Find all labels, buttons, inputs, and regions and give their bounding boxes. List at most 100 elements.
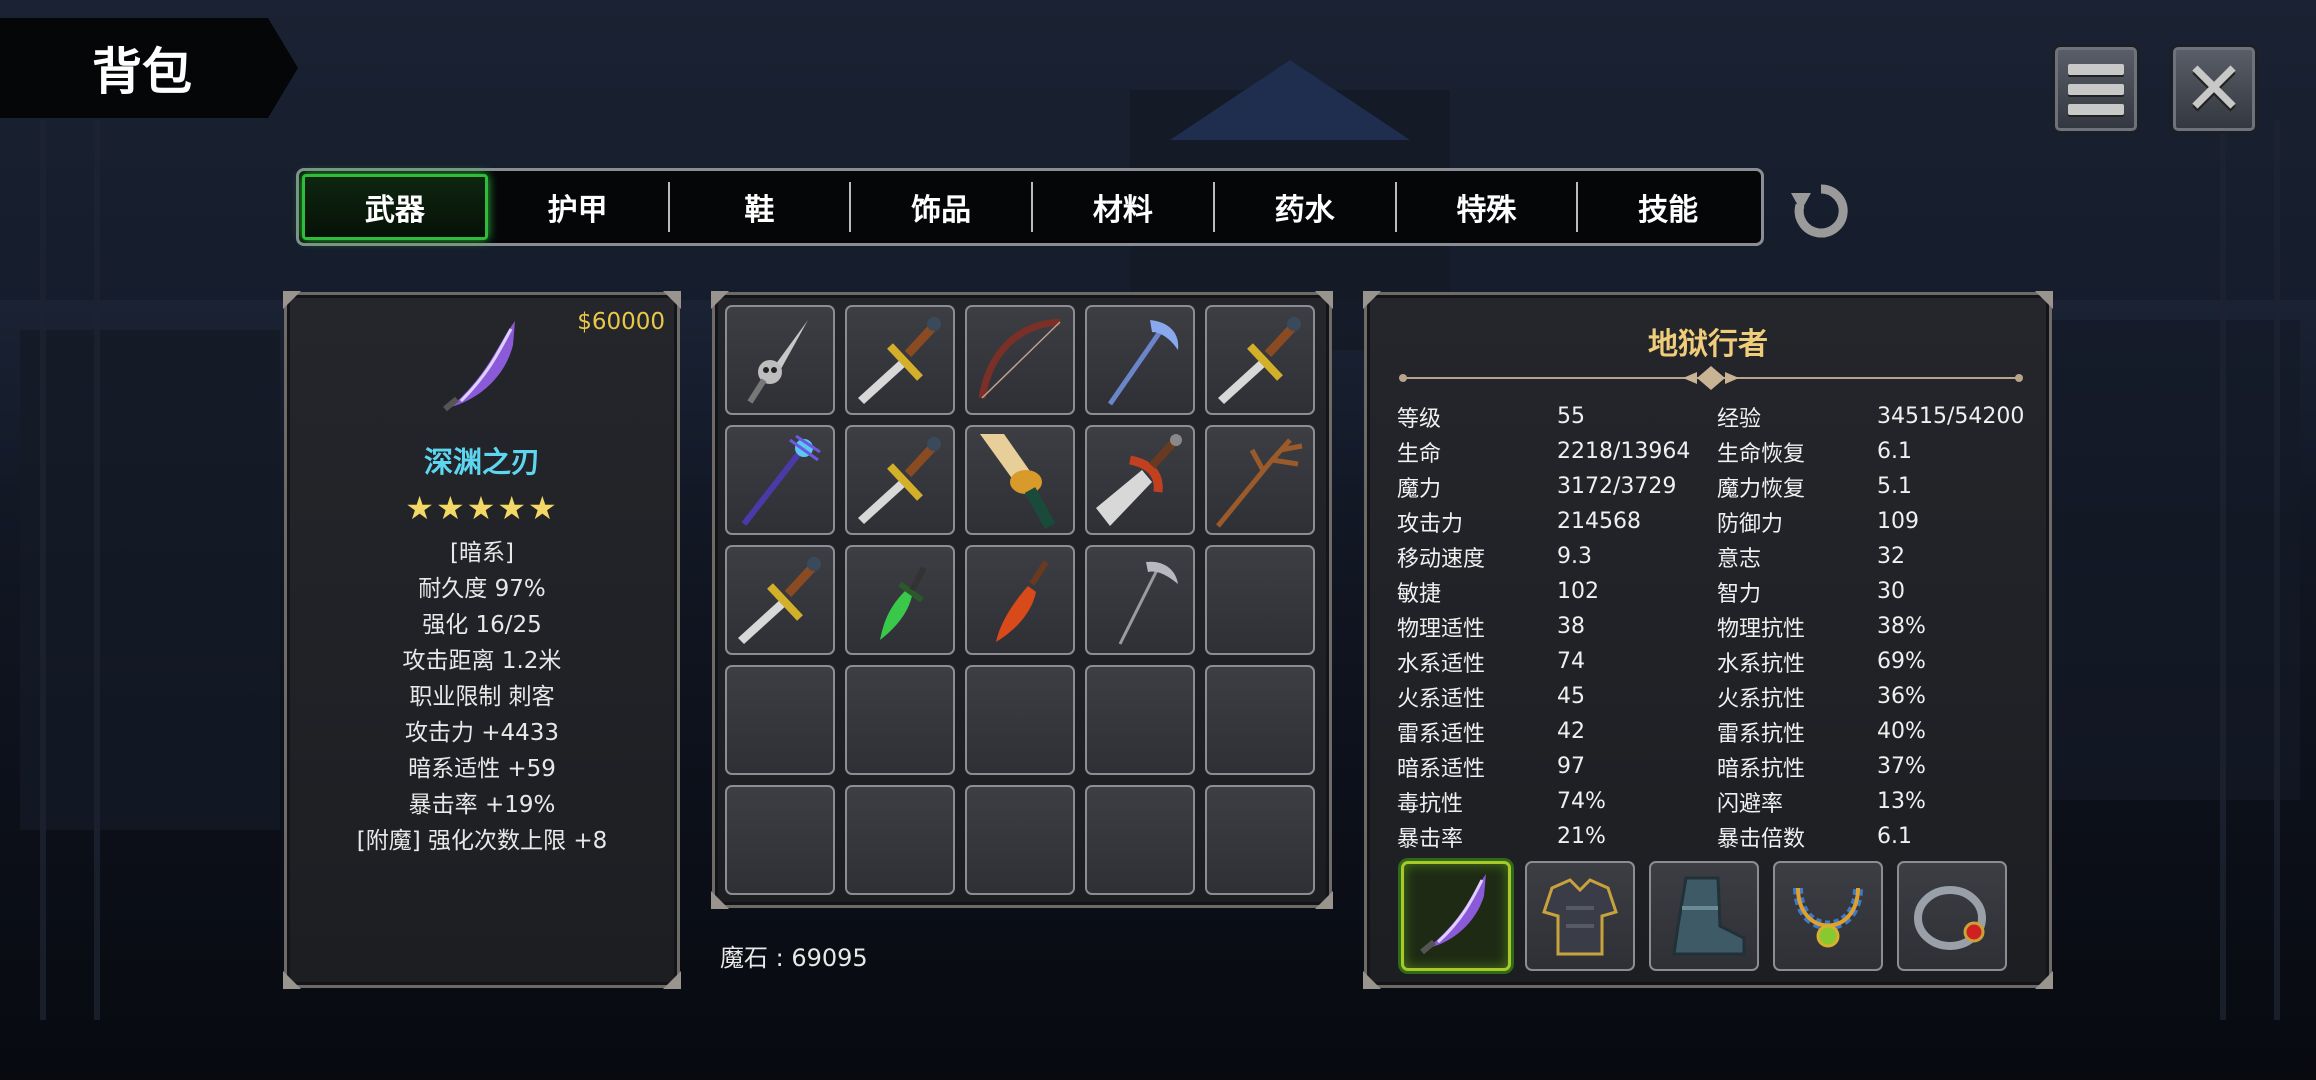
tab-potions[interactable]: 药水	[1215, 182, 1397, 232]
tab-skills[interactable]: 技能	[1578, 182, 1758, 232]
stat-cell: 火系抗性	[1717, 686, 1806, 712]
tab-armor[interactable]: 护甲	[488, 182, 670, 232]
hamburger-icon	[2068, 63, 2124, 115]
inventory-slot-empty[interactable]	[845, 785, 955, 895]
inventory-slot[interactable]	[845, 305, 955, 415]
inventory-slot[interactable]	[1085, 425, 1195, 535]
stat-cell: 21%	[1557, 824, 1606, 849]
item-attribute: 暴击率 +19%	[408, 792, 556, 818]
stat-cell: 等级	[1397, 406, 1442, 432]
stat-cell: 42	[1557, 719, 1585, 744]
inventory-slot-empty[interactable]	[725, 665, 835, 775]
stat-row: 水系适性 74 水系抗性 69%	[1397, 644, 2037, 679]
equip-slot-armor[interactable]	[1525, 861, 1635, 971]
stat-cell: 214568	[1557, 509, 1641, 534]
stat-cell: 魔力恢复	[1717, 476, 1806, 502]
stat-row: 攻击力 214568 防御力 109	[1397, 504, 2037, 539]
stat-cell: 经验	[1717, 406, 1762, 432]
inventory-slot-empty[interactable]	[965, 785, 1075, 895]
scythe-icon	[1118, 561, 1178, 645]
inventory-slot-empty[interactable]	[1205, 665, 1315, 775]
item-name: 深渊之刃	[423, 445, 540, 479]
bow-icon	[978, 318, 1061, 399]
branch-staff-icon	[1216, 438, 1303, 528]
tab-special[interactable]: 特殊	[1397, 182, 1579, 232]
broadsword-icon	[1096, 434, 1182, 526]
inventory-slot-empty[interactable]	[845, 665, 955, 775]
stat-cell: 36%	[1877, 684, 1926, 709]
stat-cell: 火系适性	[1397, 686, 1486, 712]
gold-sword-icon	[858, 317, 941, 404]
stat-cell: 6.1	[1877, 439, 1912, 464]
equip-slot-necklace[interactable]	[1773, 861, 1883, 971]
stat-cell: 6.1	[1877, 824, 1912, 849]
tab-materials[interactable]: 材料	[1033, 182, 1215, 232]
arcane-staff-icon	[741, 434, 821, 526]
stat-cell: 5.1	[1877, 474, 1912, 499]
inventory-slot-empty[interactable]	[1085, 785, 1195, 895]
inventory-slot[interactable]	[965, 305, 1075, 415]
stat-cell: 雷系抗性	[1717, 721, 1806, 747]
inventory-slot-empty[interactable]	[1205, 785, 1315, 895]
stat-cell: 13%	[1877, 789, 1926, 814]
stat-cell: 3172/3729	[1557, 474, 1677, 499]
stat-cell: 意志	[1717, 546, 1762, 572]
inventory-slot[interactable]	[1205, 425, 1315, 535]
stat-cell: 闪避率	[1717, 791, 1784, 817]
necklace-icon	[1793, 887, 1863, 948]
inventory-slot[interactable]	[965, 425, 1075, 535]
character-name: 地狱行者	[1648, 327, 1768, 362]
inventory-slot[interactable]	[725, 545, 835, 655]
skull-dagger-icon	[747, 320, 808, 404]
stat-cell: 暗系适性	[1397, 756, 1486, 782]
stat-cell: 生命恢复	[1717, 441, 1806, 467]
equip-slot-ring[interactable]	[1897, 861, 2007, 971]
inventory-slot[interactable]	[1085, 305, 1195, 415]
close-button[interactable]: ✕	[2170, 44, 2258, 134]
ice-scythe-icon	[1107, 320, 1179, 406]
stat-cell: 魔力	[1397, 476, 1442, 502]
stat-cell: 暴击倍数	[1717, 826, 1806, 852]
inventory-slot-empty[interactable]	[1085, 665, 1195, 775]
inventory-slot[interactable]	[845, 545, 955, 655]
stat-cell: 物理抗性	[1717, 616, 1806, 642]
item-attribute: 耐久度 97%	[418, 576, 546, 602]
page-title-tab: 背包	[0, 18, 298, 118]
tab-shoes[interactable]: 鞋	[670, 182, 852, 232]
inventory-slot[interactable]	[1085, 545, 1195, 655]
equip-slot-weapon[interactable]	[1401, 861, 1511, 971]
stat-row: 暴击率 21% 暴击倍数 6.1	[1397, 819, 2037, 854]
inventory-slot[interactable]	[725, 305, 835, 415]
item-attribute: 攻击力 +4433	[404, 720, 560, 746]
menu-button[interactable]	[2052, 44, 2140, 134]
stat-cell: 移动速度	[1397, 546, 1486, 572]
equip-slot-boots[interactable]	[1649, 861, 1759, 971]
tab-accessories[interactable]: 饰品	[851, 182, 1033, 232]
inventory-grid	[725, 305, 1319, 895]
inventory-slot[interactable]	[725, 425, 835, 535]
item-price: $60000	[577, 309, 665, 335]
stat-cell: 敏捷	[1397, 581, 1442, 607]
inventory-slot-empty[interactable]	[725, 785, 835, 895]
stat-row: 敏捷 102 智力 30	[1397, 574, 2037, 609]
stat-cell: 2218/13964	[1557, 439, 1691, 464]
stat-cell: 物理适性	[1397, 616, 1486, 642]
equipment-slots	[1401, 861, 2007, 971]
gold-sword-icon	[738, 557, 821, 644]
inventory-slot[interactable]	[965, 545, 1075, 655]
stat-row: 火系适性 45 火系抗性 36%	[1397, 679, 2037, 714]
green-dagger-icon	[880, 566, 927, 640]
stat-row: 生命 2218/13964 生命恢复 6.1	[1397, 434, 2037, 469]
inventory-slot[interactable]	[845, 425, 955, 535]
inventory-slot[interactable]	[1205, 305, 1315, 415]
gold-sword-icon	[858, 437, 941, 524]
inventory-slot-empty[interactable]	[965, 665, 1075, 775]
inventory-slot-empty[interactable]	[1205, 545, 1315, 655]
refresh-button[interactable]	[1786, 176, 1856, 246]
stat-cell: 97	[1557, 754, 1585, 779]
tab-weapons[interactable]: 武器	[302, 174, 488, 240]
item-attribute: 攻击距离 1.2米	[402, 648, 562, 674]
close-icon: ✕	[2182, 46, 2245, 132]
item-attribute: 暗系适性 +59	[408, 756, 556, 782]
stat-cell: 30	[1877, 579, 1905, 604]
